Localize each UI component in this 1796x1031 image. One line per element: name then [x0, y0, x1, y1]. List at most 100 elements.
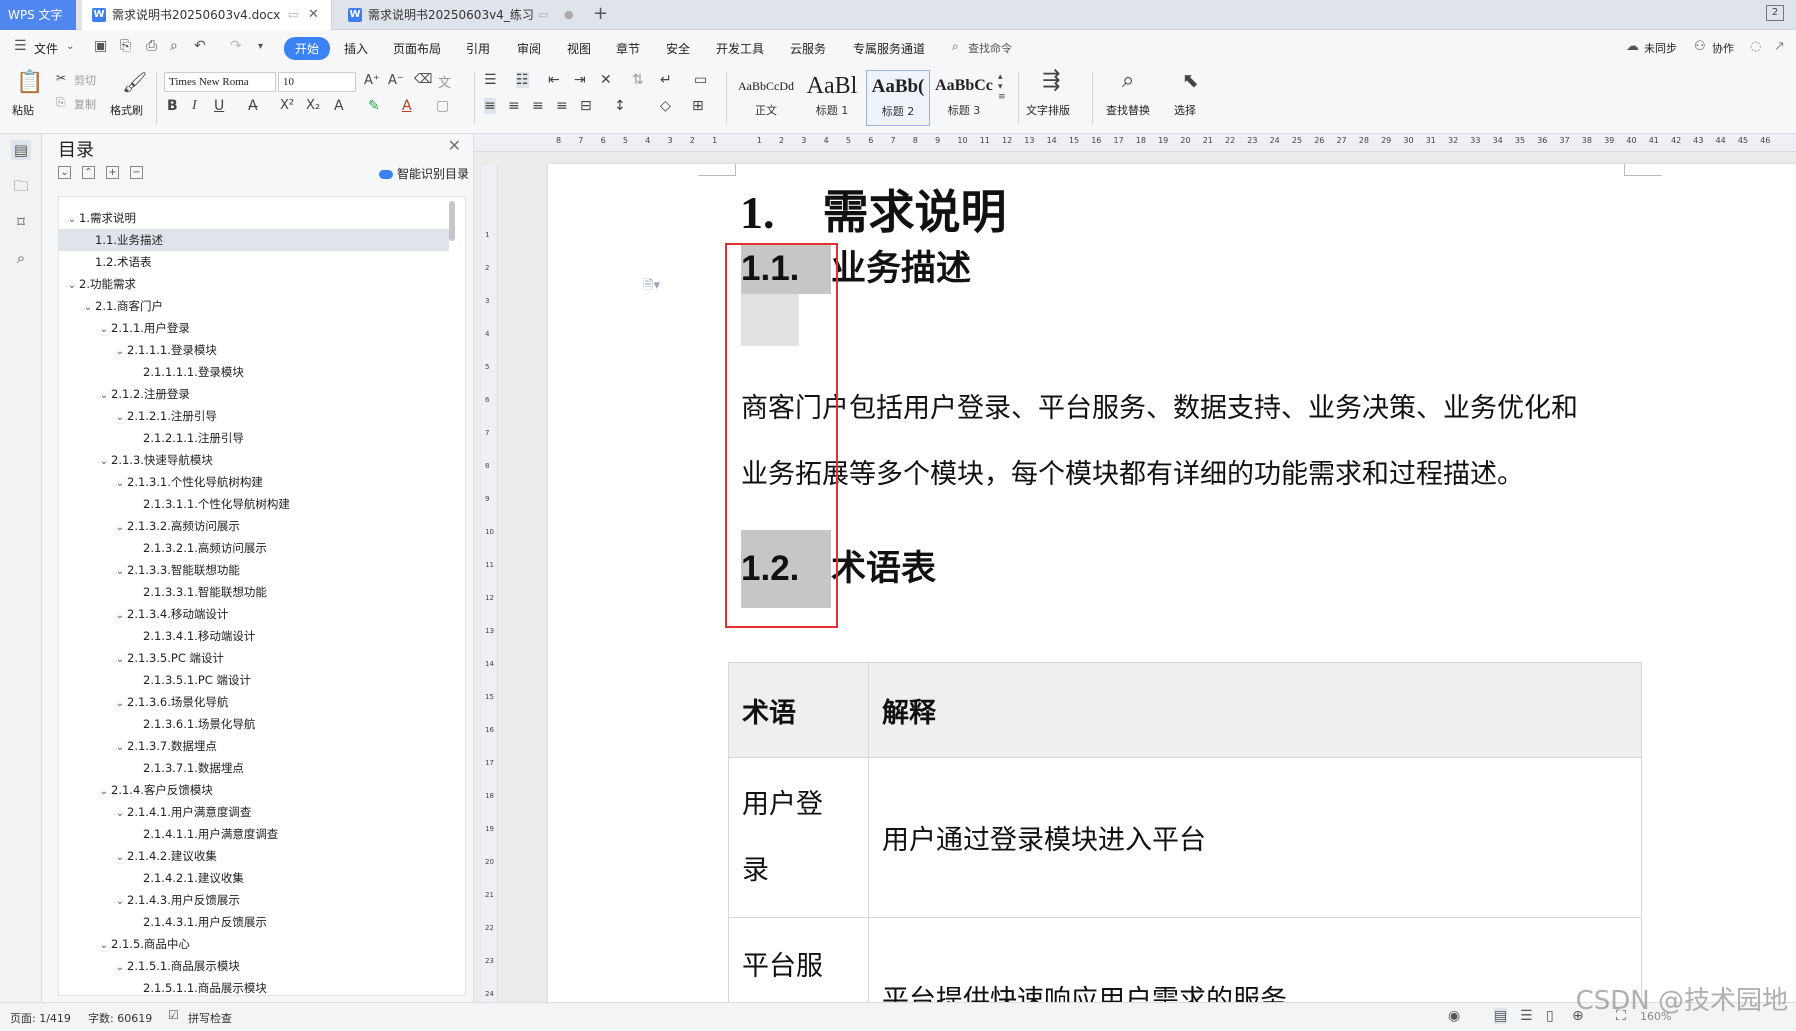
shrink-font-icon[interactable]: A⁻: [388, 73, 404, 88]
find-replace-icon[interactable]: ⌕: [1122, 68, 1134, 93]
toc-item[interactable]: ⌄ 2.1.4.3.用户反馈展示: [59, 889, 449, 911]
numbered-list-icon[interactable]: ☷: [516, 72, 529, 88]
menu-cloud[interactable]: 云服务: [790, 40, 826, 57]
toc-scrollbar[interactable]: [449, 201, 455, 241]
chevron-down-icon[interactable]: ⌄: [113, 517, 127, 539]
highlight-icon[interactable]: ✎: [368, 98, 380, 114]
table-cell-desc[interactable]: 用户通过登录模块进入平台: [868, 757, 1642, 918]
style-normal[interactable]: AaBbCcDd 正文: [734, 70, 798, 126]
shading-icon[interactable]: ◇: [660, 98, 671, 114]
toc-item[interactable]: 1.1.业务描述: [59, 229, 449, 251]
table-header-cell[interactable]: 解释: [868, 662, 1642, 758]
decrease-indent-icon[interactable]: ⇤: [548, 72, 560, 88]
menu-page-layout[interactable]: 页面布局: [393, 40, 441, 57]
chevron-down-icon[interactable]: ⌄: [97, 385, 111, 407]
chevron-down-icon[interactable]: ⌄: [97, 935, 111, 957]
chevron-down-icon[interactable]: ⌄: [65, 209, 79, 231]
find-replace-button[interactable]: 查找替换: [1106, 102, 1150, 118]
toc-item[interactable]: ⌄ 2.1.5.商品中心: [59, 933, 449, 955]
chevron-down-icon[interactable]: ⌄: [113, 605, 127, 627]
superscript-icon[interactable]: X²: [280, 98, 294, 113]
toc-item[interactable]: 2.1.3.7.1.数据埋点: [59, 757, 449, 779]
chevron-down-icon[interactable]: ⌄: [113, 891, 127, 913]
document-page[interactable]: 1. 需求说明 🗎▾ 1.1. 业务描述 商客门户包括用户登录、平台服务、数据支持、…: [548, 164, 1796, 1002]
search-icon[interactable]: ⌕: [11, 248, 31, 268]
menu-exclusive-service[interactable]: 专属服务通道: [853, 40, 925, 57]
undo-icon[interactable]: ↶: [194, 38, 206, 54]
toc-item[interactable]: ⌄ 2.1.3.4.移动端设计: [59, 603, 449, 625]
menu-reference[interactable]: 引用: [466, 40, 490, 57]
page-count[interactable]: 页面: 1/419: [10, 1010, 71, 1026]
select-button[interactable]: 选择: [1174, 102, 1196, 118]
menu-view[interactable]: 视图: [567, 40, 591, 57]
toc-item[interactable]: ⌄ 2.1.3.2.高频访问展示: [59, 515, 449, 537]
toc-item[interactable]: ⌄ 2.1.3.6.场景化导航: [59, 691, 449, 713]
table-header-cell[interactable]: 术语: [728, 662, 869, 758]
style-heading-3[interactable]: AaBbCc 标题 3: [932, 70, 996, 126]
strikethrough-icon[interactable]: A̶: [248, 98, 258, 114]
horizontal-ruler[interactable]: 8 7 6 5 4 3 2 1 1 2 3 4 5 6 7 8 9 10 11 12 13 14 15 16 17 18 19 20 2…: [474, 134, 1796, 152]
body-paragraph-line[interactable]: 业务拓展等多个模块，每个模块都有详细的功能需求和过程描述。: [741, 452, 1641, 491]
text-layout-button[interactable]: 文字排版: [1026, 102, 1070, 118]
toc-item[interactable]: 2.1.3.5.1.PC 端设计: [59, 669, 449, 691]
eye-protection-icon[interactable]: ◉: [1448, 1008, 1460, 1024]
toc-item[interactable]: 2.1.4.2.1.建议收集: [59, 867, 449, 889]
word-count[interactable]: 字数: 60619: [88, 1010, 152, 1026]
glossary-table[interactable]: 术语 解释 用户登录 用户通过登录模块进入平台 平台服 平台提供快速响应用户需求…: [728, 662, 1642, 1002]
toc-item[interactable]: ⌄ 2.1.3.1.个性化导航树构建: [59, 471, 449, 493]
toc-item[interactable]: ⌄ 2.1.2.注册登录: [59, 383, 449, 405]
toc-item[interactable]: ⌄ 2.1.3.5.PC 端设计: [59, 647, 449, 669]
share-icon[interactable]: ↗: [1774, 39, 1785, 54]
copy-button[interactable]: 复制: [74, 96, 96, 112]
chevron-down-icon[interactable]: ⌄: [113, 957, 127, 979]
grow-font-icon[interactable]: A⁺: [364, 73, 380, 88]
clear-format-icon[interactable]: ⌫: [414, 72, 432, 87]
font-name-select[interactable]: Times New Roma: [164, 72, 276, 92]
chevron-down-icon[interactable]: ⌄: [113, 737, 127, 759]
quick-access-dropdown-icon[interactable]: ▾: [258, 41, 263, 52]
close-icon[interactable]: ✕: [448, 136, 461, 155]
chevron-down-icon[interactable]: ⌄: [113, 561, 127, 583]
chevron-down-icon[interactable]: ⌄: [97, 781, 111, 803]
show-marks-icon[interactable]: ↵: [660, 72, 672, 88]
style-heading-2[interactable]: AaBb( 标题 2: [866, 70, 930, 126]
bold-icon[interactable]: B: [167, 98, 178, 114]
toc-item[interactable]: 2.1.3.4.1.移动端设计: [59, 625, 449, 647]
distributed-icon[interactable]: ⊟: [580, 98, 592, 114]
chevron-down-icon[interactable]: ⌄: [113, 473, 127, 495]
font-color-icon[interactable]: A: [402, 98, 412, 114]
chevron-down-icon[interactable]: ⌄: [97, 319, 111, 341]
spell-check-button[interactable]: 拼写检查: [188, 1010, 232, 1026]
heading-1[interactable]: 1. 需求说明: [740, 176, 1007, 242]
table-cell-term[interactable]: 用户登录: [728, 757, 869, 918]
tab-dot-icon[interactable]: ●: [564, 0, 574, 30]
toc-item[interactable]: ⌄ 2.1.商客门户: [59, 295, 449, 317]
collapse-all-icon[interactable]: ⌃: [82, 166, 95, 179]
print-icon[interactable]: ⎙: [146, 38, 157, 54]
toc-item[interactable]: ⌄ 2.功能需求: [59, 273, 449, 295]
chevron-down-icon[interactable]: ⌄: [113, 847, 127, 869]
justify-icon[interactable]: ≡: [556, 98, 568, 114]
hamburger-icon[interactable]: ☰: [14, 38, 27, 54]
spell-check-icon[interactable]: ☑: [168, 1008, 179, 1022]
toc-item[interactable]: 2.1.5.1.1.商品展示模块: [59, 977, 449, 995]
toc-item[interactable]: ⌄ 2.1.5.1.商品展示模块: [59, 955, 449, 977]
toc-item[interactable]: 2.1.4.3.1.用户反馈展示: [59, 911, 449, 933]
toc-item[interactable]: 2.1.4.1.1.用户满意度调查: [59, 823, 449, 845]
chevron-down-icon[interactable]: ⌄: [66, 41, 74, 52]
toc-item[interactable]: 1.2.术语表: [59, 251, 449, 273]
menu-insert[interactable]: 插入: [344, 40, 368, 57]
select-cursor-icon[interactable]: ⬉: [1182, 68, 1199, 92]
menu-start[interactable]: 开始: [284, 37, 331, 60]
format-painter-icon[interactable]: 🖌: [122, 70, 147, 94]
tab-doc-2[interactable]: W 需求说明书20250603v4_练习 ▭ ●: [338, 0, 586, 30]
toc-item[interactable]: ⌄ 1.需求说明: [59, 207, 449, 229]
add-level-icon[interactable]: +: [106, 166, 119, 179]
bookmark-icon[interactable]: ⌑: [11, 212, 31, 232]
font-size-select[interactable]: 10: [278, 72, 356, 92]
expand-all-icon[interactable]: ⌄: [58, 166, 71, 179]
toc-item[interactable]: 2.1.1.1.1.登录模块: [59, 361, 449, 383]
close-tab-icon[interactable]: ✕: [308, 0, 319, 30]
styles-scroll-icon[interactable]: ▴ ▾ ≡: [998, 72, 1006, 102]
cut-button[interactable]: 剪切: [74, 72, 96, 88]
